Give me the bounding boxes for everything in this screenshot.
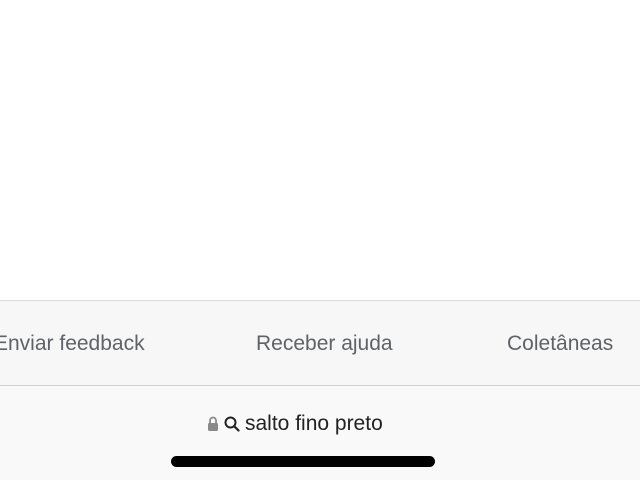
browser-page: Enviar feedback Receber ajuda Coletâneas… [0,0,640,480]
collections-link[interactable]: Coletâneas [507,331,613,357]
address-bar: salto fino preto [0,386,640,480]
lock-icon [207,416,219,432]
home-indicator[interactable] [171,456,435,467]
url-field[interactable]: salto fino preto [207,410,383,438]
url-text: salto fino preto [245,412,383,435]
send-feedback-link[interactable]: Enviar feedback [0,331,145,357]
page-content-area [0,0,640,300]
search-icon [224,416,240,432]
get-help-link[interactable]: Receber ajuda [256,331,393,357]
footer-link-bar: Enviar feedback Receber ajuda Coletâneas [0,300,640,386]
